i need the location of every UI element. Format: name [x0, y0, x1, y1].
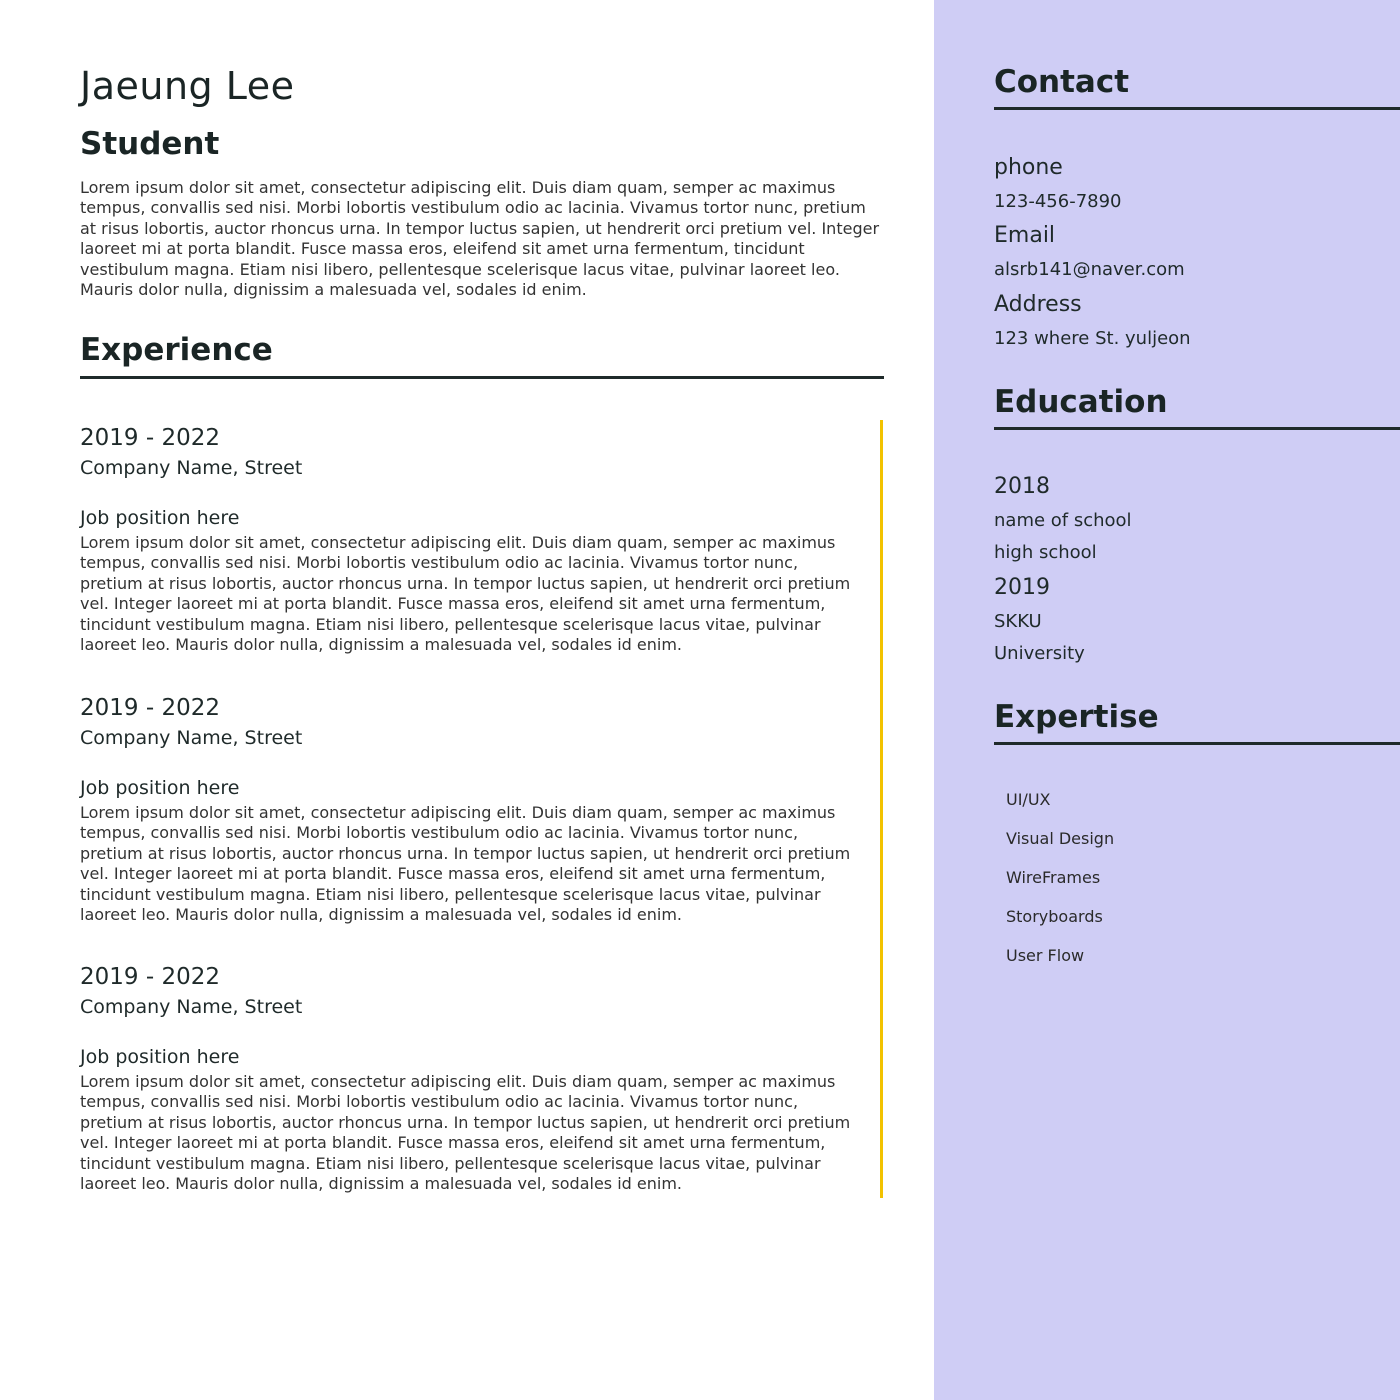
education-level: high school — [994, 542, 1097, 563]
job-company: Company Name, Street — [80, 457, 303, 479]
sidebar: Contact phone 123-456-7890 Email alsrb14… — [934, 0, 1400, 1400]
email-value: alsrb141@naver.com — [994, 259, 1185, 280]
job-description: Lorem ipsum dolor sit amet, consectetur … — [80, 803, 851, 925]
education-divider — [994, 427, 1400, 430]
skill-item: User Flow — [1006, 946, 1085, 965]
job-title: Job position here — [80, 777, 240, 799]
main-column: Jaeung Lee Student Lorem ipsum dolor sit… — [0, 0, 934, 1400]
job-years: 2019 - 2022 — [80, 964, 220, 990]
contact-heading: Contact — [994, 64, 1130, 100]
profile-intro: Lorem ipsum dolor sit amet, consectetur … — [80, 178, 880, 300]
phone-label: phone — [994, 155, 1063, 180]
address-value: 123 where St. yuljeon — [994, 328, 1191, 349]
experience-entry: 2019 - 2022 Company Name, Street Job pos… — [80, 422, 860, 655]
job-title: Job position here — [80, 507, 240, 529]
skill-item: WireFrames — [1006, 868, 1101, 887]
education-school: name of school — [994, 510, 1132, 531]
job-company: Company Name, Street — [80, 996, 303, 1018]
email-label: Email — [994, 223, 1056, 248]
job-description: Lorem ipsum dolor sit amet, consectetur … — [80, 533, 851, 655]
experience-entry: 2019 - 2022 Company Name, Street Job pos… — [80, 961, 860, 1194]
education-year: 2019 — [994, 575, 1050, 600]
address-label: Address — [994, 292, 1082, 317]
expertise-divider — [994, 742, 1400, 745]
job-title: Job position here — [80, 1046, 240, 1068]
education-heading: Education — [994, 384, 1168, 420]
skill-item: UI/UX — [1006, 790, 1051, 809]
job-company: Company Name, Street — [80, 727, 303, 749]
education-school: SKKU — [994, 611, 1042, 632]
profile-role: Student — [80, 126, 220, 162]
profile-name: Jaeung Lee — [80, 64, 295, 108]
experience-divider — [80, 376, 884, 379]
expertise-heading: Expertise — [994, 699, 1159, 735]
job-description: Lorem ipsum dolor sit amet, consectetur … — [80, 1072, 851, 1194]
education-year: 2018 — [994, 474, 1050, 499]
skill-item: Visual Design — [1006, 829, 1115, 848]
experience-heading: Experience — [80, 332, 273, 368]
experience-timeline-bar — [880, 420, 883, 1198]
phone-value: 123-456-7890 — [994, 191, 1122, 212]
experience-entry: 2019 - 2022 Company Name, Street Job pos… — [80, 692, 860, 925]
education-level: University — [994, 643, 1085, 664]
job-years: 2019 - 2022 — [80, 425, 220, 451]
skill-item: Storyboards — [1006, 907, 1103, 926]
contact-divider — [994, 107, 1400, 110]
job-years: 2019 - 2022 — [80, 695, 220, 721]
